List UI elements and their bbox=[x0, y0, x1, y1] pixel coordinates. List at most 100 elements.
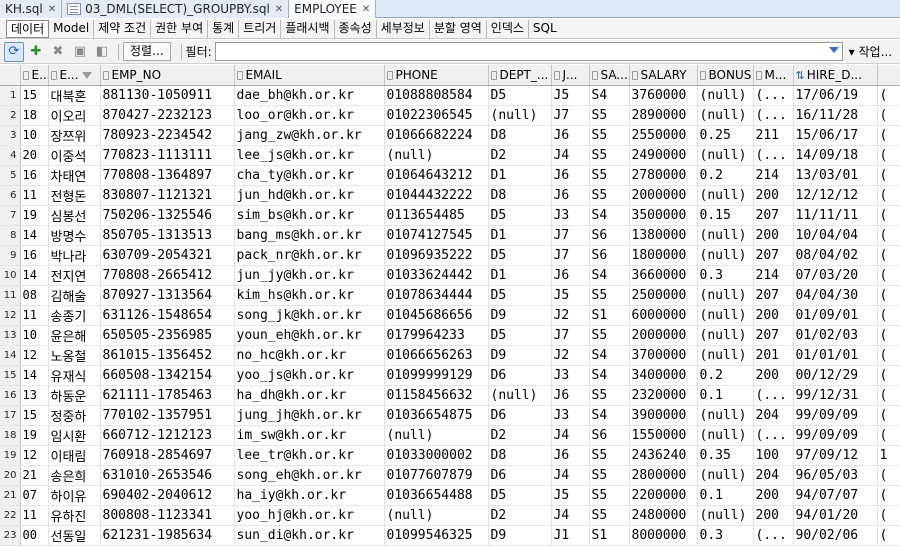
row-number[interactable]: 14 bbox=[0, 345, 21, 366]
table-cell[interactable]: 780923-2234542 bbox=[100, 125, 235, 146]
table-cell[interactable]: 01066682224 bbox=[384, 125, 489, 146]
column-header[interactable]: EMP_NO bbox=[100, 65, 235, 86]
table-cell[interactable]: J7 bbox=[551, 325, 590, 346]
table-cell[interactable]: 12/12/12 bbox=[793, 185, 878, 206]
table-cell[interactable]: sim_bs@kh.or.kr bbox=[234, 205, 385, 226]
table-cell[interactable]: 차태연 bbox=[48, 165, 101, 186]
column-header[interactable]: DEPT_... bbox=[488, 65, 552, 86]
table-cell[interactable]: J1 bbox=[551, 525, 590, 546]
table-cell[interactable]: 1800000 bbox=[629, 245, 698, 266]
table-cell[interactable]: (null) bbox=[488, 105, 552, 126]
table-cell[interactable]: 16/11/28 bbox=[793, 105, 878, 126]
table-cell[interactable]: 870427-2232123 bbox=[100, 105, 235, 126]
table-cell[interactable]: 0.15 bbox=[697, 205, 754, 226]
table-cell[interactable]: S4 bbox=[589, 205, 630, 226]
column-header[interactable]: EMAIL bbox=[234, 65, 385, 86]
table-cell[interactable]: (null) bbox=[697, 105, 754, 126]
subtab-7[interactable]: 종속성 bbox=[335, 19, 377, 38]
table-row[interactable]: 19 12 이태림 760918-2854697 lee_tr@kh.or.kr 0103… bbox=[0, 445, 900, 466]
row-number[interactable]: 7 bbox=[0, 205, 21, 226]
table-cell[interactable]: (null) bbox=[697, 245, 754, 266]
tab-0[interactable]: KH.sql ✕ bbox=[0, 0, 63, 18]
table-cell[interactable]: J3 bbox=[551, 205, 590, 226]
table-cell[interactable]: D5 bbox=[488, 85, 552, 106]
table-cell[interactable]: (null) bbox=[697, 285, 754, 306]
table-cell[interactable]: 0.1 bbox=[697, 385, 754, 406]
table-cell[interactable]: 770808-2665412 bbox=[100, 265, 235, 286]
table-cell[interactable]: D9 bbox=[488, 345, 552, 366]
table-cell[interactable]: J5 bbox=[551, 85, 590, 106]
table-row[interactable]: 5 16 차태연 770808-1364897 cha_ty@kh.or.kr 01064… bbox=[0, 165, 900, 186]
table-cell[interactable]: 0179964233 bbox=[384, 325, 489, 346]
table-cell[interactable]: J2 bbox=[551, 305, 590, 326]
table-cell[interactable]: 204 bbox=[753, 465, 794, 486]
table-cell[interactable]: 90/02/06 bbox=[793, 525, 878, 546]
column-header[interactable]: J... bbox=[551, 65, 590, 86]
table-cell[interactable]: 14/09/18 bbox=[793, 145, 878, 166]
table-cell[interactable]: 211 bbox=[753, 125, 794, 146]
subtab-10[interactable]: 인덱스 bbox=[487, 19, 529, 38]
table-cell[interactable]: 01033000002 bbox=[384, 445, 489, 466]
table-cell[interactable]: ( bbox=[877, 385, 900, 406]
tab-1[interactable]: 03_DML(SELECT)_GROUPBY.sql ✕ bbox=[62, 0, 290, 18]
table-cell[interactable]: 15 bbox=[20, 405, 49, 426]
table-cell[interactable]: 99/12/31 bbox=[793, 385, 878, 406]
row-number[interactable]: 12 bbox=[0, 305, 21, 326]
table-cell[interactable]: S5 bbox=[589, 125, 630, 146]
table-cell[interactable]: 0.25 bbox=[697, 125, 754, 146]
table-cell[interactable]: ( bbox=[877, 505, 900, 526]
table-cell[interactable]: pack_nr@kh.or.kr bbox=[234, 245, 385, 266]
table-cell[interactable]: S4 bbox=[589, 405, 630, 426]
table-cell[interactable]: 19 bbox=[20, 425, 49, 446]
table-cell[interactable]: J7 bbox=[551, 105, 590, 126]
table-cell[interactable]: J4 bbox=[551, 465, 590, 486]
table-cell[interactable]: 97/09/12 bbox=[793, 445, 878, 466]
table-cell[interactable]: 0.3 bbox=[697, 265, 754, 286]
table-cell[interactable]: dae_bh@kh.or.kr bbox=[234, 85, 385, 106]
table-cell[interactable]: 0.3 bbox=[697, 525, 754, 546]
table-cell[interactable]: 800808-1123341 bbox=[100, 505, 235, 526]
table-cell[interactable]: 01022306545 bbox=[384, 105, 489, 126]
table-cell[interactable]: ( bbox=[877, 465, 900, 486]
table-cell[interactable]: D2 bbox=[488, 505, 552, 526]
table-cell[interactable]: 200 bbox=[753, 485, 794, 506]
table-cell[interactable]: (null) bbox=[697, 225, 754, 246]
table-cell[interactable]: ( bbox=[877, 105, 900, 126]
table-cell[interactable]: 2320000 bbox=[629, 385, 698, 406]
table-cell[interactable]: 임시환 bbox=[48, 425, 101, 446]
table-row[interactable]: 4 20 이중석 770823-1113111 lee_js@kh.or.kr (null… bbox=[0, 145, 900, 166]
table-cell[interactable]: 200 bbox=[753, 185, 794, 206]
table-cell[interactable]: D1 bbox=[488, 265, 552, 286]
table-cell[interactable]: 200 bbox=[753, 505, 794, 526]
subtab-11[interactable]: SQL bbox=[529, 20, 561, 38]
table-cell[interactable]: ( bbox=[877, 85, 900, 106]
table-cell[interactable]: 15/06/17 bbox=[793, 125, 878, 146]
rollback-icon[interactable]: ◧ bbox=[92, 42, 112, 62]
table-cell[interactable]: sun_di@kh.or.kr bbox=[234, 525, 385, 546]
table-cell[interactable]: 631126-1548654 bbox=[100, 305, 235, 326]
table-cell[interactable]: D5 bbox=[488, 245, 552, 266]
table-row[interactable]: 21 07 하이유 690402-2040612 ha_iy@kh.or.kr 01036… bbox=[0, 485, 900, 506]
table-cell[interactable]: S4 bbox=[589, 365, 630, 386]
table-cell[interactable]: im_sw@kh.or.kr bbox=[234, 425, 385, 446]
table-cell[interactable]: S5 bbox=[589, 285, 630, 306]
table-row[interactable]: 14 12 노옹철 861015-1356452 no_hc@kh.or.kr 01066… bbox=[0, 345, 900, 366]
table-cell[interactable]: 200 bbox=[753, 305, 794, 326]
table-cell[interactable]: 881130-1050911 bbox=[100, 85, 235, 106]
table-cell[interactable]: 장쯔위 bbox=[48, 125, 101, 146]
table-cell[interactable]: 96/05/03 bbox=[793, 465, 878, 486]
table-cell[interactable]: lee_js@kh.or.kr bbox=[234, 145, 385, 166]
corner-cell[interactable] bbox=[0, 65, 21, 86]
table-cell[interactable]: 01036654488 bbox=[384, 485, 489, 506]
table-cell[interactable]: D2 bbox=[488, 145, 552, 166]
table-cell[interactable]: 20 bbox=[20, 145, 49, 166]
table-cell[interactable]: 송은희 bbox=[48, 465, 101, 486]
table-cell[interactable]: S4 bbox=[589, 85, 630, 106]
table-cell[interactable]: ha_iy@kh.or.kr bbox=[234, 485, 385, 506]
data-grid[interactable]: E... E... EMP_NO EMAIL PHONE DEPT_... J... SA..… bbox=[0, 65, 900, 547]
row-number[interactable]: 22 bbox=[0, 505, 21, 526]
table-cell[interactable]: 10 bbox=[20, 325, 49, 346]
row-number[interactable]: 18 bbox=[0, 425, 21, 446]
table-cell[interactable]: S5 bbox=[589, 325, 630, 346]
table-row[interactable]: 11 08 김해술 870927-1313564 kim_hs@kh.or.kr 0107… bbox=[0, 285, 900, 306]
